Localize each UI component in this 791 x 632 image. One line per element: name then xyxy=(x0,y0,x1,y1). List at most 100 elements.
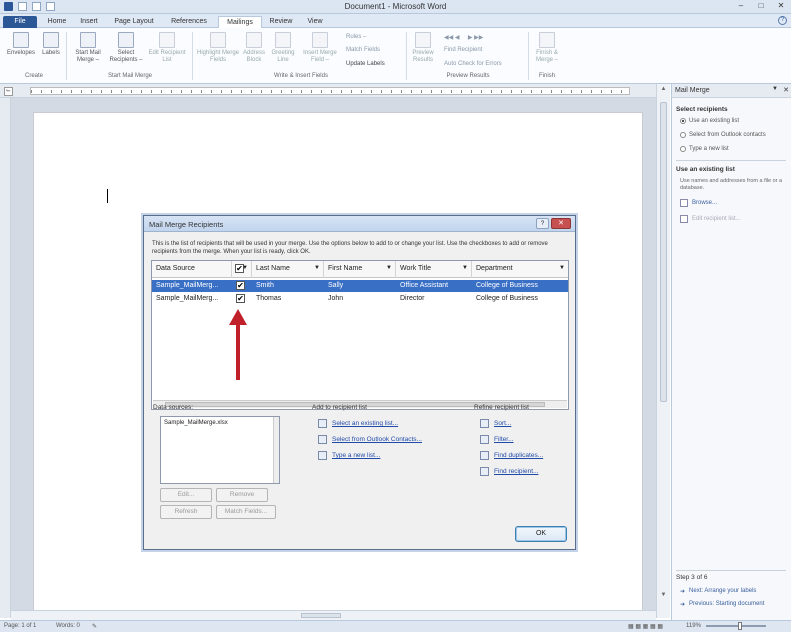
tab-view[interactable]: View xyxy=(300,16,330,28)
chevron-down-icon[interactable]: ▼ xyxy=(386,261,392,276)
tab-mailings[interactable]: Mailings xyxy=(218,16,262,28)
ruler-tick xyxy=(141,90,142,93)
start-mail-merge-button[interactable]: Start Mail Merge – xyxy=(70,32,106,64)
status-bar: Page: 1 of 1 Words: 0 ✎ ▦ ▦ ▦ ▦ ▦ 119% xyxy=(0,620,791,632)
row-checkbox[interactable]: ✔ xyxy=(236,281,245,290)
edit-recipient-list-button[interactable]: Edit Recipient List xyxy=(146,32,188,64)
match-fields-button[interactable]: Match Fields xyxy=(346,47,380,53)
horizontal-ruler[interactable] xyxy=(30,87,630,95)
chevron-down-icon[interactable]: ▼ xyxy=(772,86,778,92)
find-duplicates-link[interactable]: Find duplicates... xyxy=(494,452,543,459)
col-work-title[interactable]: Work Title ▼ xyxy=(396,261,472,278)
ruler-tick xyxy=(421,90,422,93)
recipients-grid[interactable]: Data Source ✔ ▼ Last Name ▼ First Name ▼ Wo… xyxy=(151,260,569,410)
table-row[interactable]: Sample_MailMerg... ✔ Thomas John Directo… xyxy=(152,293,568,305)
sort-link[interactable]: Sort... xyxy=(494,420,511,427)
new-list-icon xyxy=(318,451,327,460)
envelopes-button[interactable]: Envelopes xyxy=(4,32,38,57)
tab-page-layout[interactable]: Page Layout xyxy=(108,16,160,28)
edit-recipient-list-label: Edit Recipient List xyxy=(148,50,186,63)
word-count[interactable]: Words: 0 xyxy=(56,623,80,629)
option-outlook[interactable]: Select from Outlook contacts xyxy=(680,132,766,138)
scroll-down-icon[interactable]: ▼ xyxy=(659,592,668,601)
record-nav[interactable]: ◀◀ ◀ ▶ ▶▶ xyxy=(444,34,483,41)
refresh-button[interactable]: Refresh xyxy=(160,505,212,519)
col-last-name[interactable]: Last Name ▼ xyxy=(252,261,324,278)
ruler-tick xyxy=(431,90,432,93)
chevron-down-icon[interactable]: ▼ xyxy=(242,261,248,276)
zoom-level[interactable]: 119% xyxy=(686,623,701,629)
select-existing-list-link[interactable]: Select an existing list... xyxy=(332,420,398,427)
highlight-merge-fields-button[interactable]: Highlight Merge Fields xyxy=(196,32,240,64)
horizontal-scrollbar[interactable] xyxy=(11,610,656,620)
previous-link[interactable]: ➜ Previous: Starting document xyxy=(680,601,764,608)
finish-merge-button[interactable]: Finish & Merge – xyxy=(532,32,562,64)
scroll-up-icon[interactable]: ▲ xyxy=(659,86,668,95)
help-icon[interactable]: ? xyxy=(778,16,787,25)
tab-home[interactable]: Home xyxy=(42,16,72,28)
data-source-item[interactable]: Sample_MailMerge.xlsx xyxy=(164,420,228,426)
greeting-line-button[interactable]: Greeting Line xyxy=(268,32,298,64)
tab-file[interactable]: File xyxy=(3,16,37,28)
select-recipients-button[interactable]: Select Recipients – xyxy=(108,32,144,64)
proofing-icon[interactable]: ✎ xyxy=(92,623,97,630)
finish-icon xyxy=(539,32,555,48)
chevron-down-icon[interactable]: ▼ xyxy=(559,261,565,276)
browse-link[interactable]: Browse... xyxy=(692,200,717,206)
find-recipient-link[interactable]: Find recipient... xyxy=(494,468,538,475)
zoom-knob[interactable] xyxy=(738,622,742,630)
tab-insert[interactable]: Insert xyxy=(74,16,104,28)
option-new-list[interactable]: Type a new list xyxy=(680,146,729,152)
update-labels-button[interactable]: Update Labels xyxy=(346,61,385,67)
ok-button[interactable]: OK xyxy=(515,526,567,542)
insert-merge-field-button[interactable]: Insert Merge Field – xyxy=(298,32,342,64)
remove-button[interactable]: Remove xyxy=(216,488,268,502)
labels-button[interactable]: Labels xyxy=(38,32,64,57)
address-block-button[interactable]: Address Block xyxy=(240,32,268,64)
divider xyxy=(676,160,786,161)
close-icon[interactable]: ✕ xyxy=(783,86,789,94)
edit-button[interactable]: Edit... xyxy=(160,488,212,502)
scroll-thumb[interactable] xyxy=(660,102,667,402)
greeting-line-label: Greeting Line xyxy=(271,50,295,63)
ruler-tick xyxy=(131,90,132,93)
close-window-icon[interactable]: ✕ xyxy=(771,0,791,12)
minimize-icon[interactable]: – xyxy=(731,0,751,12)
ruler-tick xyxy=(451,90,452,93)
hscroll-thumb[interactable] xyxy=(301,613,341,618)
type-new-list-link[interactable]: Type a new list... xyxy=(332,452,380,459)
dialog-help-button[interactable]: ? xyxy=(536,218,549,229)
select-recipients-heading: Select recipients xyxy=(676,106,728,113)
list-scrollbar[interactable] xyxy=(273,417,279,483)
col-checkbox[interactable]: ✔ ▼ xyxy=(232,261,252,278)
chevron-down-icon[interactable]: ▼ xyxy=(462,261,468,276)
select-outlook-contacts-link[interactable]: Select from Outlook Contacts... xyxy=(332,436,422,443)
table-row[interactable]: Sample_MailMerg... ✔ Smith Sally Office … xyxy=(152,280,568,292)
chevron-down-icon[interactable]: ▼ xyxy=(314,261,320,276)
edit-recipient-list-link[interactable]: Edit recipient list... xyxy=(692,216,741,222)
maximize-icon[interactable]: □ xyxy=(751,0,771,12)
find-recipient-button[interactable]: Find Recipient xyxy=(444,47,482,53)
page-count[interactable]: Page: 1 of 1 xyxy=(4,623,36,629)
col-first-name[interactable]: First Name ▼ xyxy=(324,261,396,278)
data-sources-list[interactable]: Sample_MailMerge.xlsx xyxy=(160,416,280,484)
ruler-tick xyxy=(181,90,182,93)
option-existing-list[interactable]: Use an existing list xyxy=(680,118,739,124)
row-checkbox[interactable]: ✔ xyxy=(236,294,245,303)
outlook-icon xyxy=(318,435,327,444)
tab-references[interactable]: References xyxy=(164,16,214,28)
filter-link[interactable]: Filter... xyxy=(494,436,514,443)
rules-button[interactable]: Rules – xyxy=(346,34,366,40)
dialog-close-button[interactable]: ✕ xyxy=(551,218,571,229)
auto-check-errors-button[interactable]: Auto Check for Errors xyxy=(444,61,502,67)
tab-selector-button[interactable]: ⌙ xyxy=(4,87,13,96)
view-buttons[interactable]: ▦ ▦ ▦ ▦ ▦ xyxy=(628,623,663,630)
tab-review[interactable]: Review xyxy=(264,16,298,28)
preview-results-button[interactable]: Preview Results xyxy=(408,32,438,64)
col-data-source[interactable]: Data Source xyxy=(152,261,232,278)
vertical-scrollbar[interactable]: ▲ ▼ xyxy=(656,84,670,618)
col-department[interactable]: Department ▼ xyxy=(472,261,568,278)
zoom-slider[interactable] xyxy=(706,625,766,627)
next-link[interactable]: ➜ Next: Arrange your labels xyxy=(680,588,756,595)
match-fields-button[interactable]: Match Fields... xyxy=(216,505,276,519)
